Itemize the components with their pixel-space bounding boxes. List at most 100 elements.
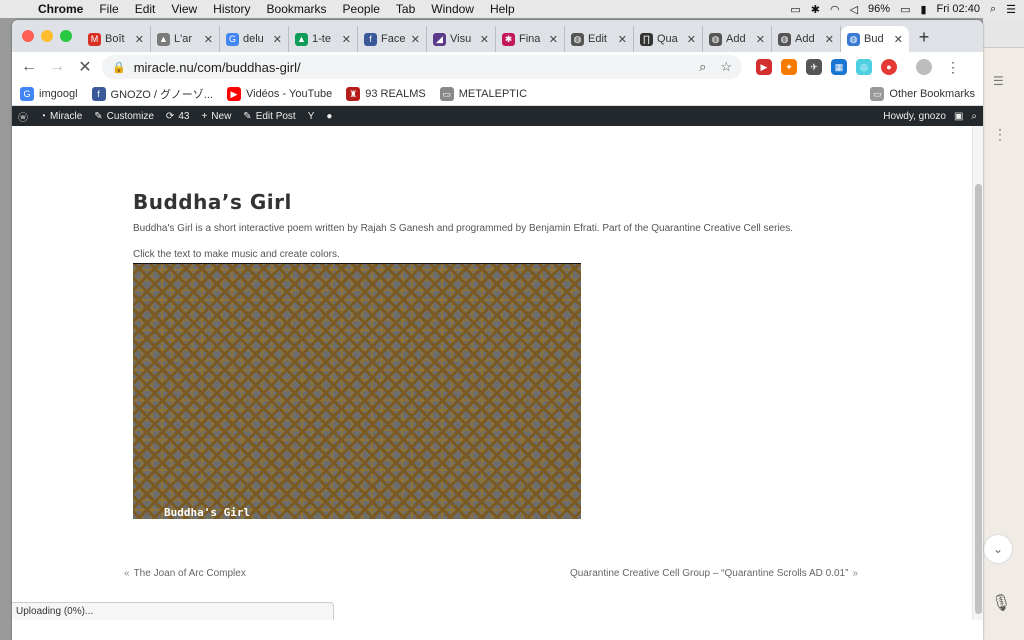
extension-icon-2[interactable]: ✦ [781,59,797,75]
forward-button[interactable]: → [46,58,68,76]
tab-item[interactable]: ◍ Add ✕ [772,26,841,52]
menu-view[interactable]: View [163,2,205,16]
hamburger-icon[interactable]: ☰ [993,74,1004,88]
bookmark-item[interactable]: ▶ Vidéos - YouTube [226,86,332,101]
tab-close-icon[interactable]: ✕ [618,33,627,46]
tab-close-icon[interactable]: ✕ [687,33,696,46]
tab-close-icon[interactable]: ✕ [756,33,765,46]
menu-tab[interactable]: Tab [388,2,423,16]
tab-item[interactable]: M Boît ✕ [82,26,151,52]
spotlight-search-icon[interactable]: ⌕ [990,3,996,16]
extension-icon-5[interactable]: ◎ [856,59,872,75]
tab-item[interactable]: Gdelu ✕ [220,26,289,52]
tab-label: Qua [657,33,678,45]
battery-percent[interactable]: 96% [868,3,890,15]
tab-close-icon[interactable]: ✕ [894,33,903,46]
tab-close-icon[interactable]: ✕ [480,33,489,46]
user-avatar-icon[interactable]: ▣ [954,111,963,122]
tab-close-icon[interactable]: ✕ [273,33,282,46]
lock-icon[interactable]: 🔒 [112,61,126,74]
extension-icon-1[interactable]: ▶ [756,59,772,75]
tab-close-icon[interactable]: ✕ [135,33,144,46]
clock[interactable]: Fri 02:40 [937,3,980,15]
tab-item[interactable]: ◢ Visu ✕ [427,26,496,52]
menu-help[interactable]: Help [482,2,523,16]
wp-admin-bar-right: Howdy, gnozo ▣ ⌕ [883,111,977,122]
macos-menubar: Chrome File Edit View History Bookmarks … [0,0,1024,18]
canvas-poem-title[interactable]: Buddha's Girl [164,506,250,519]
extension-icon-3[interactable]: ✈ [806,59,822,75]
minimize-window-button[interactable] [41,30,53,42]
microphone-icon[interactable]: 🎙 [991,593,1011,613]
airplay-icon[interactable]: ▭ [790,3,800,16]
zoom-icon[interactable]: ⌕ [699,59,706,75]
wp-site-link[interactable]: ◔ Miracle [40,111,82,122]
menu-app-chrome[interactable]: Chrome [30,2,91,16]
menu-window[interactable]: Window [423,2,482,16]
address-bar[interactable]: 🔒 miracle.nu/com/buddhas-girl/ ⌕ ☆ [102,55,742,79]
more-vertical-icon[interactable]: ⋮ [993,126,1007,143]
wp-customize-link[interactable]: ✎ Customize [94,111,154,122]
tab-item[interactable]: ◍ Add ✕ [703,26,772,52]
wp-new-link[interactable]: + New [201,111,231,122]
menu-history[interactable]: History [205,2,258,16]
tab-favicon-icon: ▲ [157,32,170,46]
tab-active[interactable]: ◍ Bud ✕ [841,26,909,52]
page-scrollbar[interactable] [972,126,983,620]
tab-close-icon[interactable]: ✕ [549,33,558,46]
notification-center-icon[interactable]: ☰ [1006,3,1016,16]
menu-edit[interactable]: Edit [127,2,164,16]
bookmark-label: METALEPTIC [458,87,528,100]
tab-item[interactable]: ◍ Edit ✕ [565,26,634,52]
menu-people[interactable]: People [335,2,388,16]
wifi-icon[interactable]: ◠ [830,3,840,16]
tab-close-icon[interactable]: ✕ [342,33,351,46]
bookmark-item[interactable]: ▭ METALEPTIC [439,86,528,101]
interactive-poem-canvas[interactable]: Buddha's Girl [133,263,581,519]
bluetooth-icon[interactable]: ✱ [811,3,820,16]
zoom-window-button[interactable] [60,30,72,42]
profile-avatar[interactable] [916,59,932,75]
bookmark-item[interactable]: f GNOZO / グノーゾ... [91,86,213,102]
tab-favicon-icon: ◍ [847,32,860,46]
previous-post-link[interactable]: «The Joan of Arc Complex [120,568,246,579]
bookmark-star-icon[interactable]: ☆ [720,59,732,75]
post-description: Buddha's Girl is a short interactive poe… [133,223,793,234]
back-button[interactable]: ← [18,58,40,76]
wp-howdy[interactable]: Howdy, gnozo [883,111,946,122]
post-navigation: «The Joan of Arc Complex Quarantine Crea… [120,568,862,579]
close-window-button[interactable] [22,30,34,42]
tab-item[interactable]: ∏ Qua ✕ [634,26,703,52]
flag-icon[interactable]: ▮ [920,3,926,16]
bookmark-item[interactable]: ♜ 93 REALMS [346,86,426,101]
battery-icon[interactable]: ▭ [900,3,910,16]
tab-item[interactable]: ▲ L'ar ✕ [151,26,220,52]
chrome-menu-icon[interactable]: ⋮ [946,59,960,76]
other-bookmarks[interactable]: ▭ Other Bookmarks [870,86,975,101]
tab-close-icon[interactable]: ✕ [411,33,420,46]
tab-item[interactable]: ✱ Fina ✕ [496,26,565,52]
menu-bookmarks[interactable]: Bookmarks [259,2,335,16]
tab-item[interactable]: ▲ 1-te ✕ [289,26,358,52]
extension-icon-6[interactable]: ● [881,59,897,75]
scrollbar-thumb[interactable] [975,184,982,614]
volume-icon[interactable]: ◁ [850,3,858,16]
chevron-down-icon[interactable]: ⌄ [983,534,1013,564]
wp-edit-post-link[interactable]: ✎ Edit Post [243,111,295,122]
wordpress-logo-icon[interactable]: ⓦ [18,109,28,124]
yoast-icon[interactable]: Y [308,111,315,122]
tab-close-icon[interactable]: ✕ [825,33,834,46]
wp-search-icon[interactable]: ⌕ [971,111,977,122]
bookmark-item[interactable]: Gimgoogl [20,86,78,101]
next-post-link[interactable]: Quarantine Creative Cell Group – “Quaran… [570,568,862,579]
stop-loading-button[interactable]: ✕ [74,57,96,77]
extension-icon-4[interactable]: ▦ [831,59,847,75]
menu-file[interactable]: File [91,2,126,16]
tab-close-icon[interactable]: ✕ [204,33,213,46]
status-dot-icon[interactable]: ● [326,111,332,122]
tab-item[interactable]: f Face ✕ [358,26,427,52]
address-url[interactable]: miracle.nu/com/buddhas-girl/ [134,60,691,75]
omnibox-actions: ⌕ ☆ [699,59,732,75]
new-tab-button[interactable]: + [909,27,939,52]
wp-updates-link[interactable]: ⟳ 43 [166,111,190,122]
